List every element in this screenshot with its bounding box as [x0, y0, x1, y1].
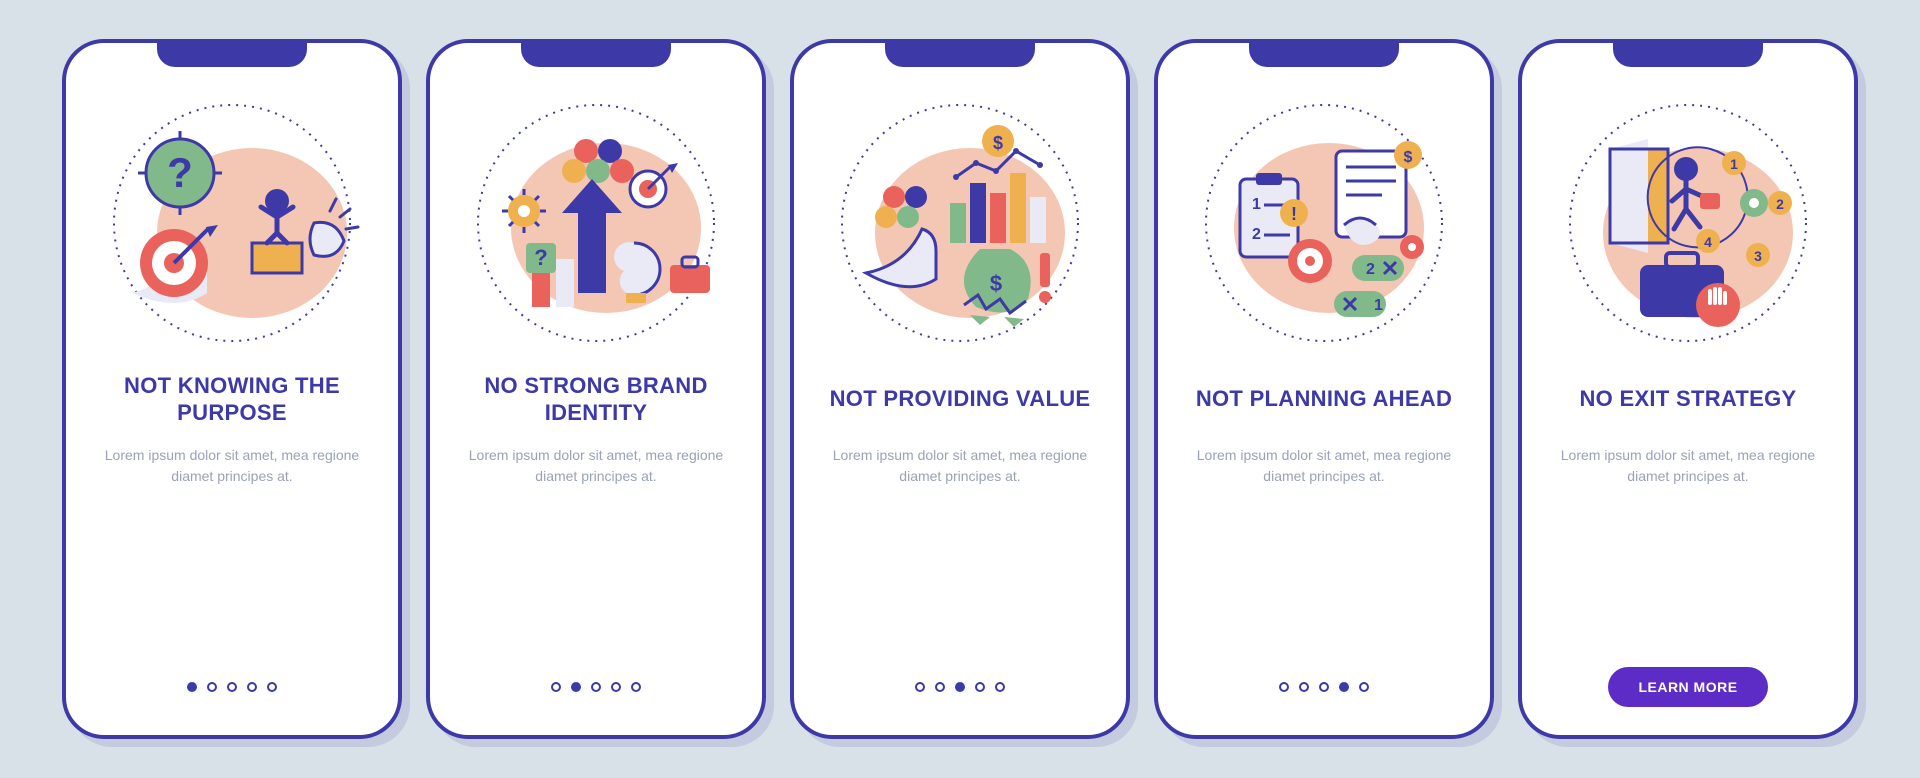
slide-footer	[92, 665, 372, 709]
slide-footer: LEARN MORE	[1548, 665, 1828, 709]
dot-3[interactable]	[955, 682, 965, 692]
learn-more-button[interactable]: LEARN MORE	[1608, 667, 1767, 707]
dot-4[interactable]	[975, 682, 985, 692]
dot-5[interactable]	[631, 682, 641, 692]
value-icon: $ $	[830, 93, 1090, 353]
slide-title: No Exit Strategy	[1579, 371, 1796, 427]
onboarding-slide-4: 1 2 ! $ 2	[1154, 39, 1494, 739]
slide-title: Not Planning Ahead	[1196, 371, 1452, 427]
dot-1[interactable]	[915, 682, 925, 692]
purpose-icon: ?	[102, 93, 362, 353]
phone-notch	[157, 43, 307, 67]
pagination-dots	[1279, 682, 1369, 692]
svg-text:$: $	[1404, 149, 1413, 166]
dot-4[interactable]	[247, 682, 257, 692]
pagination-dots	[551, 682, 641, 692]
dot-5[interactable]	[267, 682, 277, 692]
dot-4[interactable]	[1339, 682, 1349, 692]
brand-icon: ?	[466, 93, 726, 353]
slide-title: Not Knowing The Purpose	[92, 371, 372, 427]
dot-1[interactable]	[187, 682, 197, 692]
slide-footer	[1184, 665, 1464, 709]
onboarding-slide-1: ? Not Knowing The Purpose Lorem ip	[62, 39, 402, 739]
phone-notch	[1613, 43, 1763, 67]
pagination-dots	[915, 682, 1005, 692]
dot-2[interactable]	[935, 682, 945, 692]
slide-footer	[456, 665, 736, 709]
slide-desc: Lorem ipsum dolor sit amet, mea regione …	[1558, 445, 1818, 487]
slide-desc: Lorem ipsum dolor sit amet, mea regione …	[466, 445, 726, 487]
svg-text:!: !	[1291, 204, 1297, 224]
slide-desc: Lorem ipsum dolor sit amet, mea regione …	[830, 445, 1090, 487]
slide-title: No Strong Brand Identity	[456, 371, 736, 427]
svg-text:?: ?	[534, 245, 547, 270]
dot-2[interactable]	[207, 682, 217, 692]
svg-text:2: 2	[1366, 261, 1375, 278]
onboarding-slide-2: ? No Strong Brand Identity Lorem ipsum d…	[426, 39, 766, 739]
svg-text:2: 2	[1776, 196, 1784, 212]
svg-text:$: $	[993, 133, 1003, 153]
svg-text:?: ?	[167, 149, 193, 196]
dot-3[interactable]	[591, 682, 601, 692]
svg-text:2: 2	[1252, 226, 1261, 243]
exit-icon: 1 2 3 4	[1558, 93, 1818, 353]
phone-notch	[521, 43, 671, 67]
dot-4[interactable]	[611, 682, 621, 692]
dot-3[interactable]	[1319, 682, 1329, 692]
dot-2[interactable]	[571, 682, 581, 692]
slide-desc: Lorem ipsum dolor sit amet, mea regione …	[1194, 445, 1454, 487]
svg-text:1: 1	[1252, 196, 1261, 213]
slide-desc: Lorem ipsum dolor sit amet, mea regione …	[102, 445, 362, 487]
dot-5[interactable]	[995, 682, 1005, 692]
planning-icon: 1 2 ! $ 2	[1194, 93, 1454, 353]
svg-text:$: $	[990, 271, 1002, 296]
onboarding-slide-3: $ $	[790, 39, 1130, 739]
dot-5[interactable]	[1359, 682, 1369, 692]
phone-notch	[885, 43, 1035, 67]
onboarding-slide-5: 1 2 3 4 No Exit Strategy Lorem ipsum dol…	[1518, 39, 1858, 739]
dot-2[interactable]	[1299, 682, 1309, 692]
pagination-dots	[187, 682, 277, 692]
svg-text:3: 3	[1754, 248, 1762, 264]
dot-3[interactable]	[227, 682, 237, 692]
phone-notch	[1249, 43, 1399, 67]
svg-text:4: 4	[1704, 234, 1712, 250]
dot-1[interactable]	[551, 682, 561, 692]
slide-title: Not Providing Value	[830, 371, 1091, 427]
svg-text:1: 1	[1374, 297, 1383, 314]
dot-1[interactable]	[1279, 682, 1289, 692]
slide-footer	[820, 665, 1100, 709]
svg-text:1: 1	[1730, 156, 1738, 172]
